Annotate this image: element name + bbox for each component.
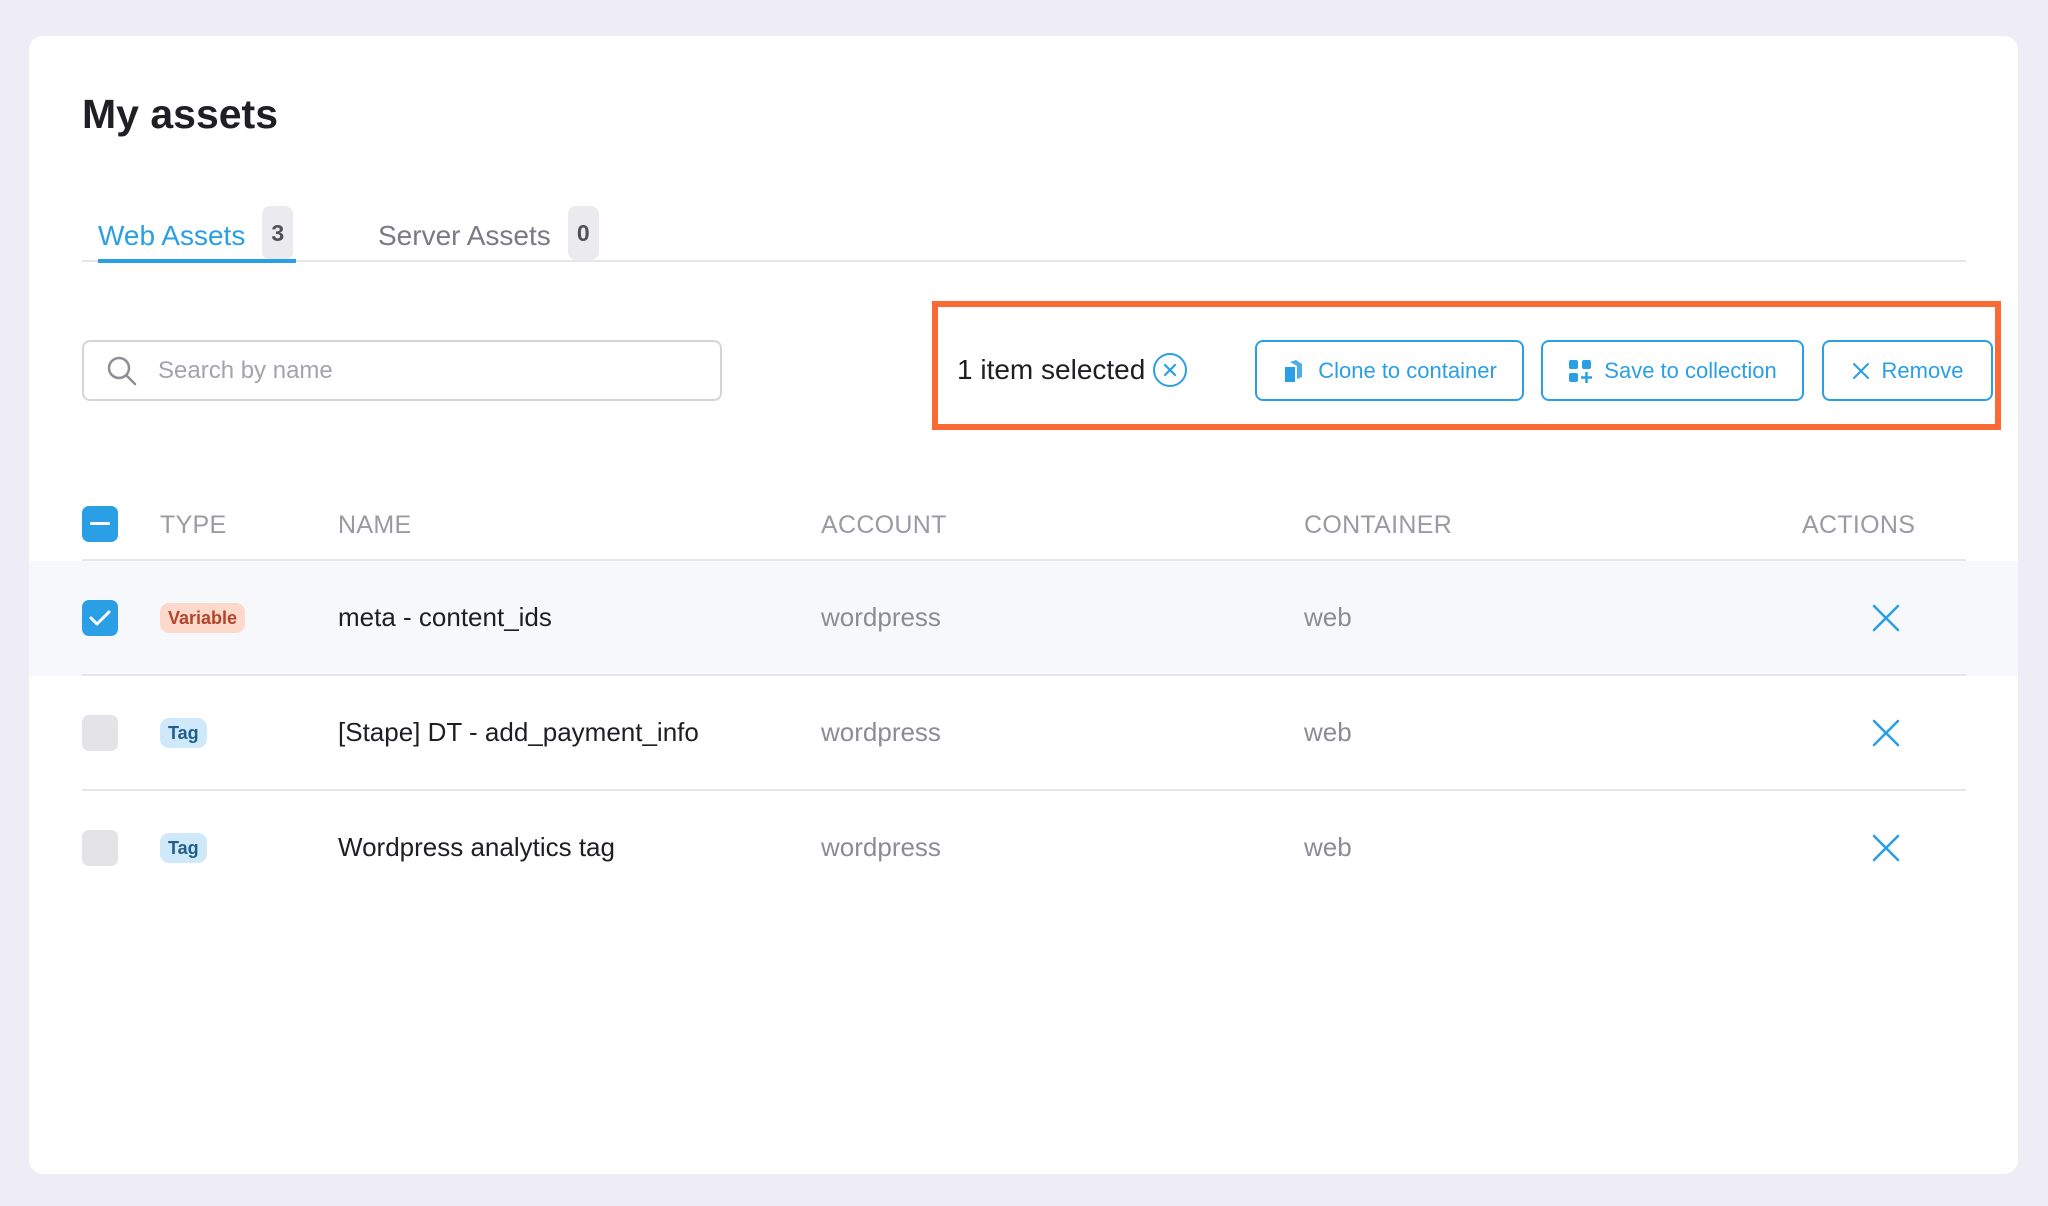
minus-icon — [90, 522, 110, 525]
asset-account: wordpress — [821, 602, 941, 632]
remove-button[interactable]: Remove — [1822, 340, 1993, 401]
row-checkbox[interactable] — [82, 715, 118, 751]
asset-container: web — [1304, 832, 1352, 862]
tab-server-assets[interactable]: Server Assets 0 — [378, 206, 599, 262]
close-icon — [1872, 834, 1900, 862]
clear-selection-button[interactable] — [1153, 353, 1187, 387]
close-icon — [1852, 362, 1869, 379]
assets-card: My assets Web Assets 3 Server Assets 0 1… — [29, 36, 2018, 1174]
row-remove-button[interactable] — [1869, 716, 1903, 750]
tab-server-assets-label: Server Assets — [378, 220, 551, 251]
collection-icon — [1569, 359, 1593, 383]
check-icon — [89, 610, 111, 626]
column-header-actions: ACTIONS — [1802, 511, 1916, 539]
tab-web-assets[interactable]: Web Assets 3 — [98, 206, 294, 262]
clone-to-container-button[interactable]: Clone to container — [1255, 340, 1524, 401]
asset-container: web — [1304, 717, 1352, 747]
type-badge-tag: Tag — [160, 833, 207, 863]
column-header-container[interactable]: CONTAINER — [1304, 511, 1452, 540]
select-all-checkbox[interactable] — [82, 506, 118, 542]
column-header-account[interactable]: ACCOUNT — [821, 511, 947, 540]
save-to-collection-button[interactable]: Save to collection — [1541, 340, 1804, 401]
type-badge-variable: Variable — [160, 603, 246, 633]
row-remove-button[interactable] — [1869, 601, 1903, 635]
table-row[interactable]: Variable meta - content_ids wordpress we… — [29, 561, 2018, 676]
row-remove-button[interactable] — [1869, 831, 1903, 865]
asset-account: wordpress — [821, 717, 941, 747]
clone-icon — [1285, 359, 1303, 382]
row-checkbox[interactable] — [82, 830, 118, 866]
asset-account: wordpress — [821, 832, 941, 862]
type-badge-tag: Tag — [160, 718, 207, 748]
close-icon — [1872, 604, 1900, 632]
close-icon — [1872, 719, 1900, 747]
search-box[interactable] — [82, 340, 722, 401]
row-checkbox[interactable] — [82, 600, 118, 636]
asset-container: web — [1304, 602, 1352, 632]
active-tab-indicator — [98, 259, 296, 263]
tab-web-assets-count: 3 — [262, 206, 294, 260]
asset-name: [Stape] DT - add_payment_info — [338, 717, 699, 747]
tab-server-assets-count: 0 — [567, 206, 599, 260]
clone-button-label: Clone to container — [1318, 357, 1497, 383]
table-row[interactable]: Tag [Stape] DT - add_payment_info wordpr… — [29, 676, 2018, 791]
column-header-name[interactable]: NAME — [338, 511, 411, 540]
search-icon — [107, 356, 137, 385]
column-header-type[interactable]: TYPE — [160, 511, 227, 540]
asset-tabs: Web Assets 3 Server Assets 0 — [82, 206, 1966, 263]
page-title: My assets — [82, 91, 279, 137]
save-button-label: Save to collection — [1604, 357, 1777, 383]
remove-button-label: Remove — [1881, 357, 1964, 383]
close-circle-icon — [1163, 363, 1177, 377]
asset-name: Wordpress analytics tag — [338, 832, 615, 862]
table-row[interactable]: Tag Wordpress analytics tag wordpress we… — [29, 791, 2018, 906]
search-input[interactable] — [158, 356, 698, 385]
selected-count-text: 1 item selected — [957, 354, 1146, 385]
tab-web-assets-label: Web Assets — [98, 220, 246, 251]
asset-name: meta - content_ids — [338, 602, 552, 632]
